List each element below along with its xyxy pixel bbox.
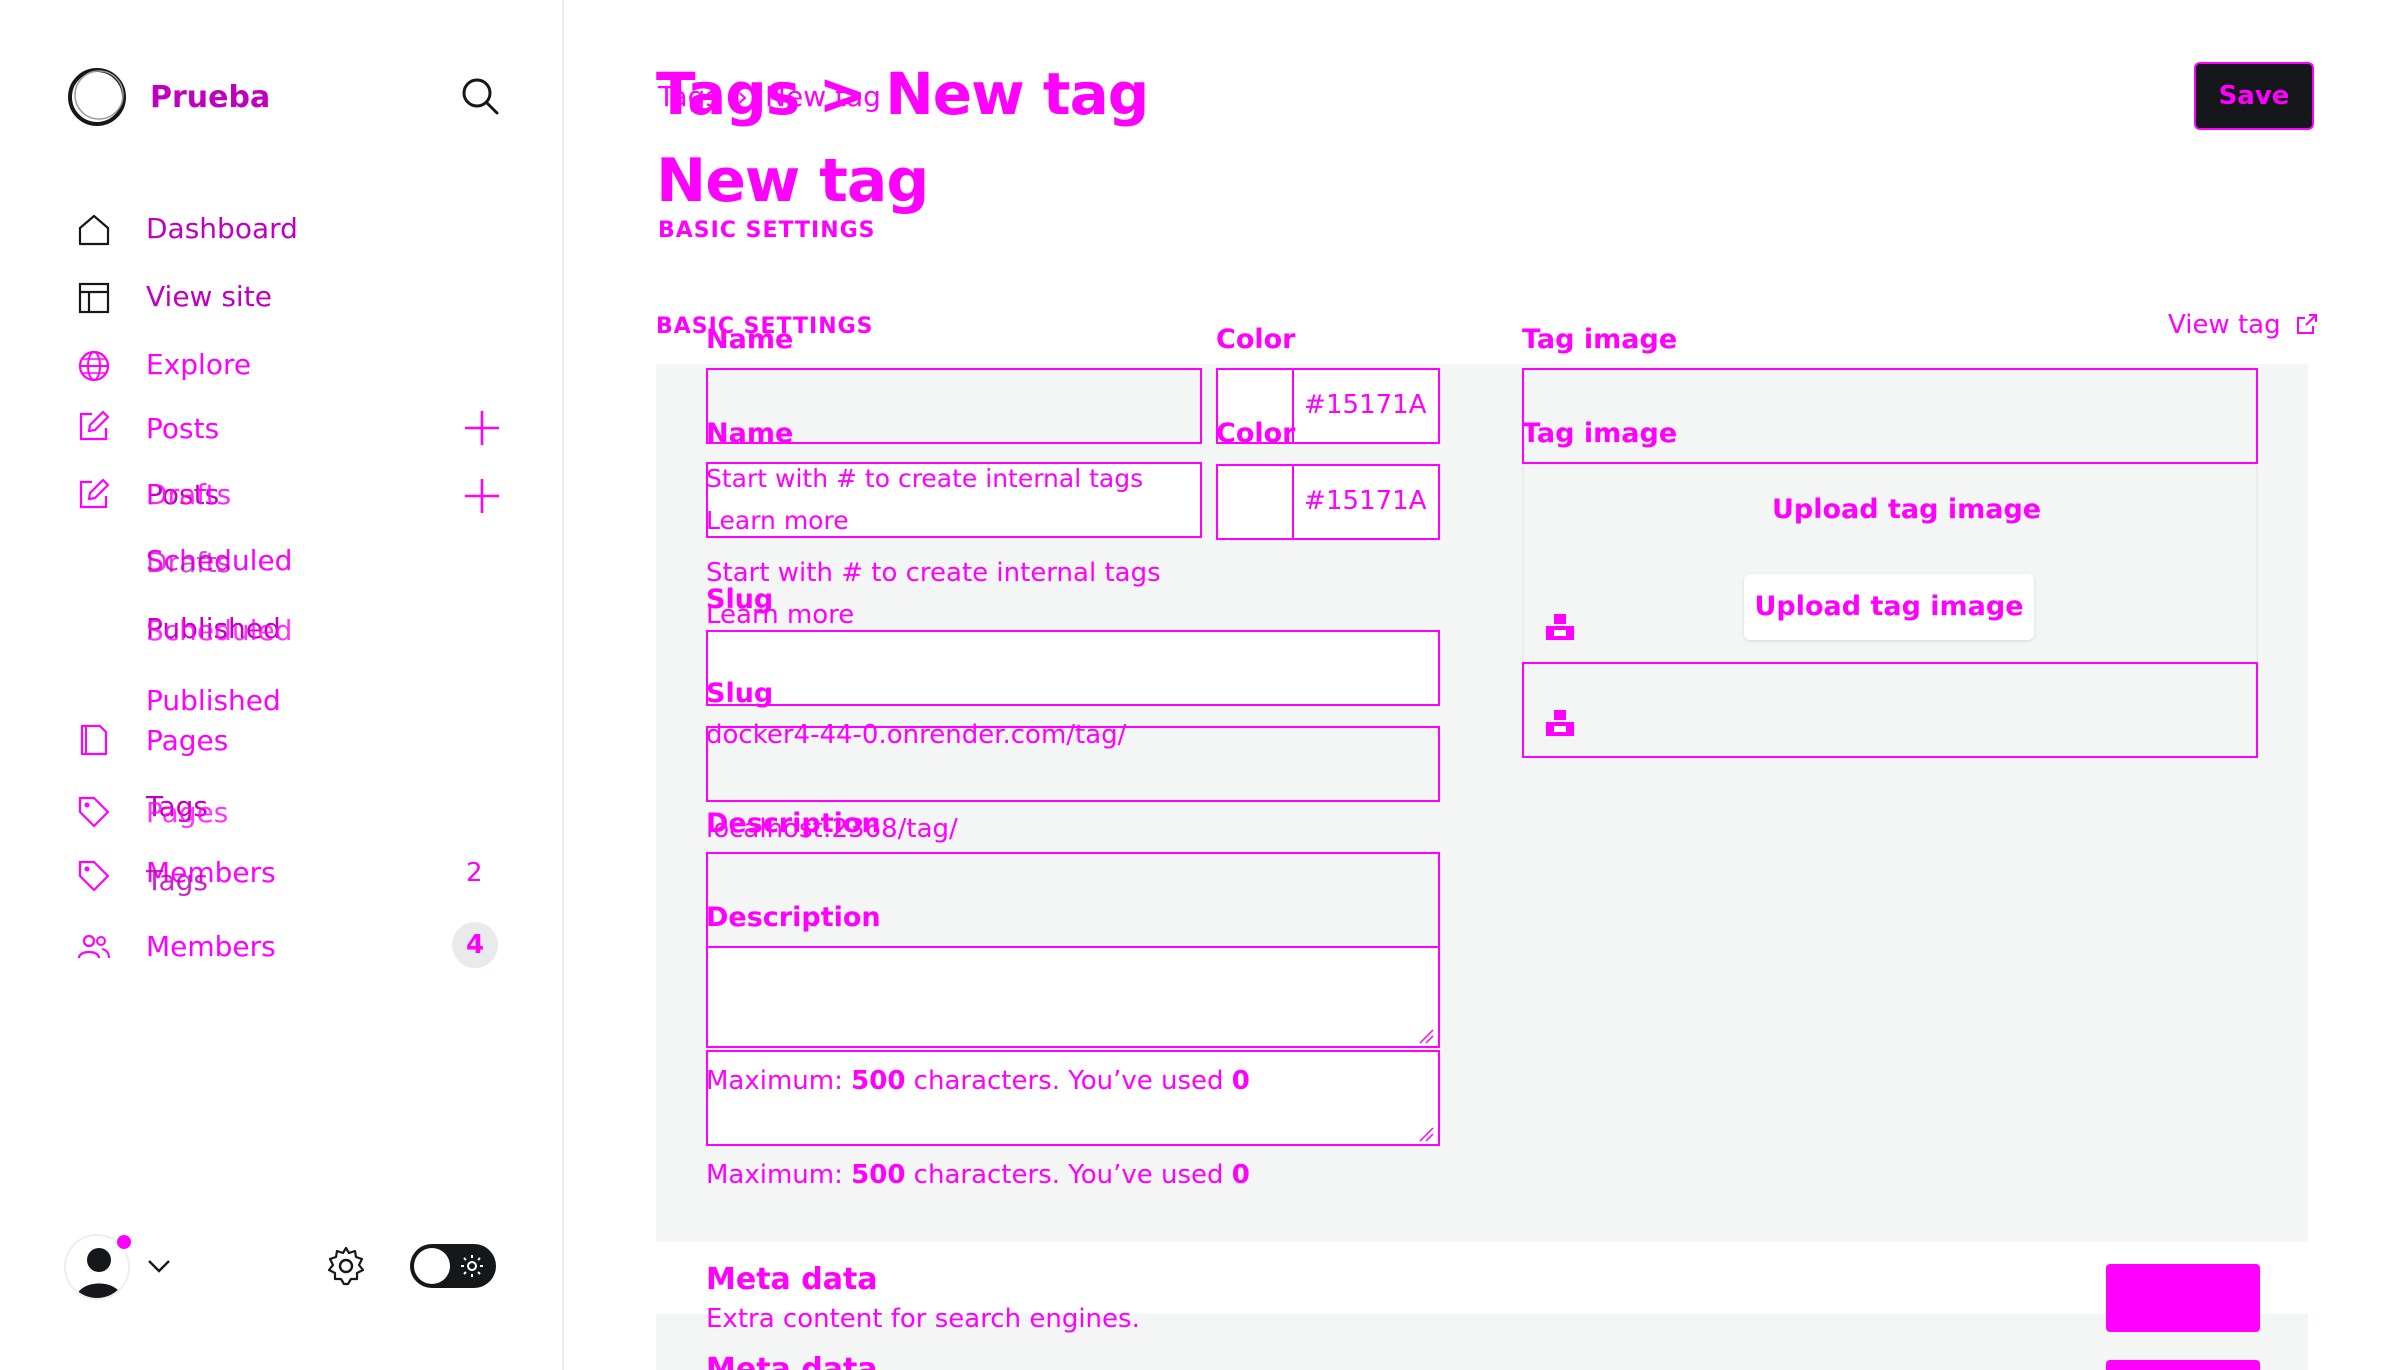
meta-data-title-ghost: Meta data <box>706 1352 878 1370</box>
home-icon <box>76 212 112 248</box>
color-value-ghost: 15171A <box>1326 390 1427 420</box>
name-hint[interactable]: Start with # to create internal tags Lea… <box>706 552 1202 636</box>
slug-input-ghost <box>706 630 1440 706</box>
meta-data-title: Meta data <box>706 1262 878 1297</box>
resize-handle-icon[interactable] <box>1418 1028 1434 1044</box>
tags-overlay-icon <box>76 858 112 894</box>
sidebar-item-drafts[interactable]: Drafts <box>146 478 231 511</box>
sidebar-item-members[interactable]: Members <box>146 930 276 963</box>
search-icon[interactable] <box>460 76 500 116</box>
members-icon <box>76 928 112 964</box>
upload-tag-image-text-ghost: Upload tag image <box>1772 494 2042 525</box>
new-post-plus-icon[interactable] <box>462 408 502 448</box>
new-draft-plus-icon[interactable] <box>462 476 502 516</box>
members-count-badge-ghost: 2 <box>466 858 483 888</box>
name-label: Name <box>706 418 794 449</box>
color-hash: # <box>1304 486 1326 516</box>
hint-used: 0 <box>1231 1160 1250 1190</box>
tag-image-label: Tag image <box>1522 418 1678 449</box>
members-count-value: 4 <box>465 930 485 960</box>
sidebar-item-dashboard[interactable]: Dashboard <box>146 212 298 245</box>
tag-image-dropzone-ghost <box>1522 368 2258 464</box>
save-button[interactable]: Save <box>2194 62 2314 130</box>
name-label-ghost: Name <box>706 324 794 355</box>
view-tag-label: View tag <box>2168 310 2281 340</box>
description-label-ghost: Description <box>706 808 881 839</box>
sidebar-item-view-site[interactable]: View site <box>146 280 272 313</box>
tag-image-label-ghost: Tag image <box>1522 324 1678 355</box>
chevron-down-icon[interactable] <box>146 1256 172 1276</box>
slug-label: Slug <box>706 678 774 709</box>
description-textarea-ghost <box>706 852 1440 948</box>
color-label: Color <box>1216 418 1296 449</box>
page-title: New tag <box>656 146 929 216</box>
external-link-icon <box>2295 312 2319 336</box>
sidebar-item-pages-ghost: Pages <box>146 796 229 829</box>
resize-handle-icon-2[interactable] <box>1418 1126 1434 1142</box>
upload-icon <box>1544 708 1576 740</box>
color-label-ghost: Color <box>1216 324 1296 355</box>
upload-icon-ghost <box>1544 612 1576 644</box>
sidebar-item-explore[interactable]: Explore <box>146 348 251 381</box>
sidebar-item-drafts-ghost: Drafts <box>146 546 232 579</box>
drafts-edit-icon <box>76 476 112 512</box>
color-hash-ghost: # <box>1304 390 1326 420</box>
color-value[interactable]: 15171A <box>1326 486 1427 516</box>
hint-mid-ghost: characters. You’ve used <box>905 1066 1232 1096</box>
sun-icon <box>460 1254 484 1278</box>
notification-dot <box>114 1232 134 1252</box>
sidebar-item-pages[interactable]: Pages <box>146 724 228 757</box>
description-hint-ghost: Maximum: 500 characters. You’ve used 0 <box>706 1066 1250 1096</box>
description-textarea[interactable] <box>706 948 1440 1048</box>
color-input[interactable]: # 15171A <box>1216 464 1440 540</box>
color-swatch[interactable] <box>1218 466 1294 538</box>
description-textarea-overlay <box>706 1050 1440 1146</box>
hint-prefix: Maximum: <box>706 1160 852 1190</box>
page-title-overlay: Tags > New tag <box>656 60 1149 128</box>
sidebar: Prueba Dashboard View site Explore Posts… <box>0 0 564 1370</box>
toggle-knob <box>414 1248 450 1284</box>
sidebar-item-tags[interactable]: Tags <box>146 864 208 897</box>
hint-mid: characters. You’ve used <box>905 1160 1232 1190</box>
meta-data-expand-button[interactable] <box>2106 1264 2260 1332</box>
view-tag-link[interactable]: View tag <box>2168 310 2319 340</box>
slug-label-ghost: Slug <box>706 584 774 615</box>
globe-icon <box>76 348 112 384</box>
upload-tag-image-button[interactable]: Upload tag image <box>1744 574 2034 640</box>
site-name[interactable]: Prueba <box>150 80 270 115</box>
hint-prefix-ghost: Maximum: <box>706 1066 852 1096</box>
layout-icon <box>76 280 112 316</box>
tag-icon <box>76 794 112 830</box>
meta-data-subtitle: Extra content for search engines. <box>706 1304 1140 1334</box>
site-logo[interactable] <box>66 66 128 128</box>
posts-edit-icon <box>76 408 112 444</box>
hint-max-ghost: 500 <box>851 1066 906 1096</box>
page-icon <box>76 722 112 758</box>
sidebar-item-posts[interactable]: Posts <box>146 412 219 445</box>
hint-max: 500 <box>851 1160 906 1190</box>
slug-input[interactable] <box>706 726 1440 802</box>
section-title-ghost: BASIC SETTINGS <box>658 218 876 243</box>
description-label: Description <box>706 902 881 933</box>
sidebar-item-published[interactable]: Published <box>146 684 281 717</box>
tag-image-dropzone-overlay <box>1522 662 2258 758</box>
name-hint-ghost: Start with # to create internal tags Lea… <box>706 464 1144 535</box>
settings-gear-icon[interactable] <box>324 1244 368 1288</box>
theme-toggle[interactable] <box>410 1244 496 1288</box>
hint-used-ghost: 0 <box>1231 1066 1250 1096</box>
description-hint: Maximum: 500 characters. You’ve used 0 <box>706 1160 1250 1190</box>
sidebar-item-scheduled-ghost: Scheduled <box>146 614 293 647</box>
meta-data-expand-button-ghost <box>2106 1360 2260 1370</box>
